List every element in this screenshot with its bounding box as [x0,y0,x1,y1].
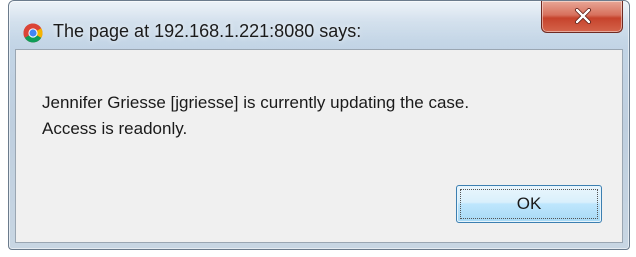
ok-button-label: OK [516,194,542,213]
dialog-titlebar: The page at 192.168.1.221:8080 says: [9,1,629,47]
close-button[interactable] [541,1,623,33]
close-icon [575,8,591,24]
message-line-1: Jennifer Griesse [jgriesse] is currently… [42,93,470,112]
message-line-2: Access is readonly. [42,119,188,138]
chrome-icon [23,23,43,43]
dialog-message: Jennifer Griesse [jgriesse] is currently… [42,90,469,142]
ok-button[interactable]: OK [456,185,602,223]
alert-dialog: The page at 192.168.1.221:8080 says: Jen… [8,0,630,250]
dialog-title: The page at 192.168.1.221:8080 says: [53,21,362,41]
dialog-content: Jennifer Griesse [jgriesse] is currently… [15,49,623,243]
